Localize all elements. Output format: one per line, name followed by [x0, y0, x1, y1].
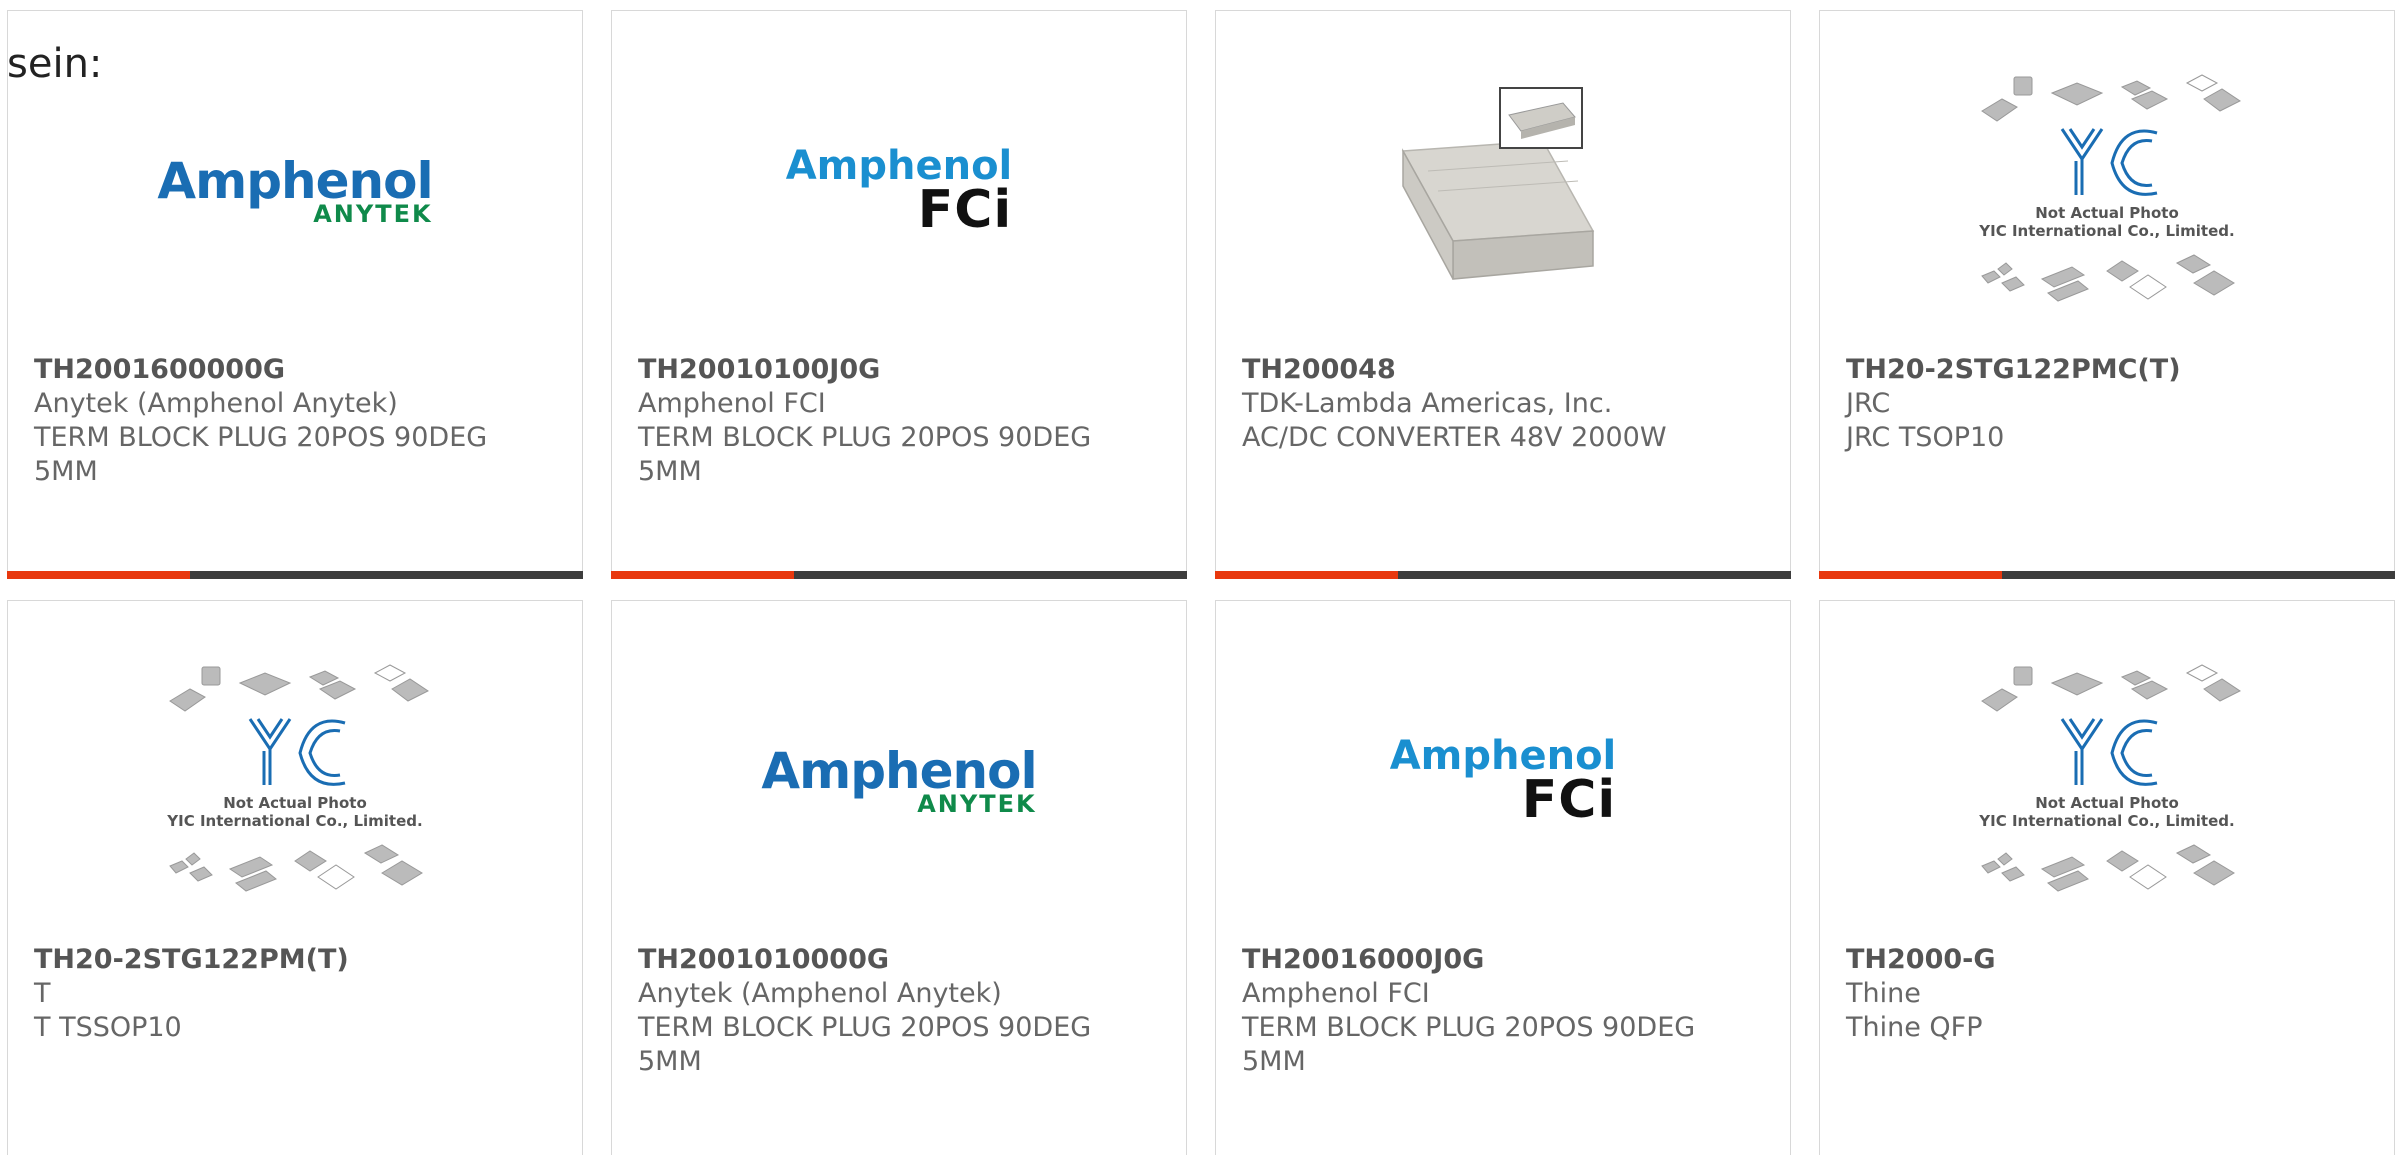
- amphenol-fci-logo: Amphenol FCi: [785, 143, 1013, 240]
- part-number[interactable]: TH20010100J0G: [638, 353, 1166, 387]
- part-number[interactable]: TH2000-G: [1846, 943, 2374, 977]
- part-number[interactable]: TH2001600000G: [34, 353, 562, 387]
- card-bottom-bar: [611, 571, 1187, 579]
- amphenol-anytek-logo: Amphenol ANYTEK: [157, 152, 433, 228]
- card-bottom-bar: [7, 571, 583, 579]
- card-accent: [7, 571, 190, 579]
- description-line2: 5MM: [34, 456, 98, 487]
- product-card[interactable]: Not Actual Photo YIC International Co., …: [1819, 10, 2395, 579]
- svg-text:YIC International Co., Limited: YIC International Co., Limited.: [166, 812, 422, 830]
- manufacturer: Thine: [1846, 978, 1921, 1009]
- description-line2: 5MM: [638, 456, 702, 487]
- description-line1: AC/DC CONVERTER 48V 2000W: [1242, 422, 1667, 453]
- manufacturer: Amphenol FCI: [638, 388, 826, 419]
- svg-text:YIC International Co., Limited: YIC International Co., Limited.: [1978, 222, 2234, 240]
- product-card[interactable]: Amphenol ANYTEK TH2001010000G Anytek (Am…: [611, 600, 1187, 1155]
- description-line1: TERM BLOCK PLUG 20POS 90DEG: [1242, 1012, 1696, 1043]
- svg-text:Not Actual Photo: Not Actual Photo: [223, 794, 367, 812]
- power-supply-photo: [1401, 87, 1611, 301]
- amphenol-fci-logo: Amphenol FCi: [1389, 733, 1617, 830]
- manufacturer: T: [34, 978, 51, 1009]
- product-card[interactable]: Not Actual Photo YIC International Co., …: [1819, 600, 2395, 1155]
- product-card[interactable]: Amphenol FCi TH20016000J0G Amphenol FCI …: [1215, 600, 1791, 1155]
- part-number[interactable]: TH20016000J0G: [1242, 943, 1770, 977]
- product-image[interactable]: [1216, 71, 1790, 311]
- part-number[interactable]: TH20-2STG122PMC(T): [1846, 353, 2374, 387]
- description-line1: TERM BLOCK PLUG 20POS 90DEG: [638, 422, 1092, 453]
- product-image[interactable]: Not Actual Photo YIC International Co., …: [8, 661, 582, 901]
- amphenol-anytek-logo: Amphenol ANYTEK: [761, 742, 1037, 818]
- description-line1: JRC TSOP10: [1846, 422, 2005, 453]
- part-number[interactable]: TH200048: [1242, 353, 1770, 387]
- description-line2: 5MM: [638, 1046, 702, 1077]
- card-accent: [1215, 571, 1398, 579]
- product-card[interactable]: TH200048 TDK-Lambda Americas, Inc. AC/DC…: [1215, 10, 1791, 579]
- product-card[interactable]: Amphenol FCi TH20010100J0G Amphenol FCI …: [611, 10, 1187, 579]
- not-actual-photo-placeholder: Not Actual Photo YIC International Co., …: [1978, 664, 2241, 892]
- not-actual-photo-placeholder: Not Actual Photo YIC International Co., …: [166, 664, 429, 892]
- product-image[interactable]: Amphenol ANYTEK: [612, 661, 1186, 901]
- product-grid-page: sein: Amphenol ANYTEK TH2001600000G Anyt…: [0, 0, 2400, 1155]
- card-accent: [1819, 571, 2002, 579]
- description-line2: 5MM: [1242, 1046, 1306, 1077]
- product-card[interactable]: Amphenol ANYTEK TH2001600000G Anytek (Am…: [7, 10, 583, 579]
- svg-text:Not Actual Photo: Not Actual Photo: [2035, 794, 2179, 812]
- product-card[interactable]: Not Actual Photo YIC International Co., …: [7, 600, 583, 1155]
- product-image[interactable]: Amphenol FCi: [1216, 661, 1790, 901]
- manufacturer: Anytek (Amphenol Anytek): [638, 978, 1002, 1009]
- product-image[interactable]: Not Actual Photo YIC International Co., …: [1820, 71, 2394, 311]
- not-actual-photo-placeholder: Not Actual Photo YIC International Co., …: [1978, 74, 2241, 302]
- card-bottom-bar: [1819, 571, 2395, 579]
- product-image[interactable]: Amphenol FCi: [612, 71, 1186, 311]
- card-bottom-bar: [1215, 571, 1791, 579]
- product-image[interactable]: Amphenol ANYTEK: [8, 71, 582, 311]
- manufacturer: Amphenol FCI: [1242, 978, 1430, 1009]
- manufacturer: Anytek (Amphenol Anytek): [34, 388, 398, 419]
- description-line1: TERM BLOCK PLUG 20POS 90DEG: [34, 422, 488, 453]
- part-number[interactable]: TH20-2STG122PM(T): [34, 943, 562, 977]
- card-accent: [611, 571, 794, 579]
- manufacturer: TDK-Lambda Americas, Inc.: [1242, 388, 1613, 419]
- manufacturer: JRC: [1846, 388, 1891, 419]
- intro-text: sein:: [7, 41, 103, 87]
- description-line1: T TSSOP10: [34, 1012, 182, 1043]
- svg-text:Not Actual Photo: Not Actual Photo: [2035, 204, 2179, 222]
- product-image[interactable]: Not Actual Photo YIC International Co., …: [1820, 661, 2394, 901]
- svg-text:YIC International Co., Limited: YIC International Co., Limited.: [1978, 812, 2234, 830]
- part-number[interactable]: TH2001010000G: [638, 943, 1166, 977]
- description-line1: TERM BLOCK PLUG 20POS 90DEG: [638, 1012, 1092, 1043]
- description-line1: Thine QFP: [1846, 1012, 1983, 1043]
